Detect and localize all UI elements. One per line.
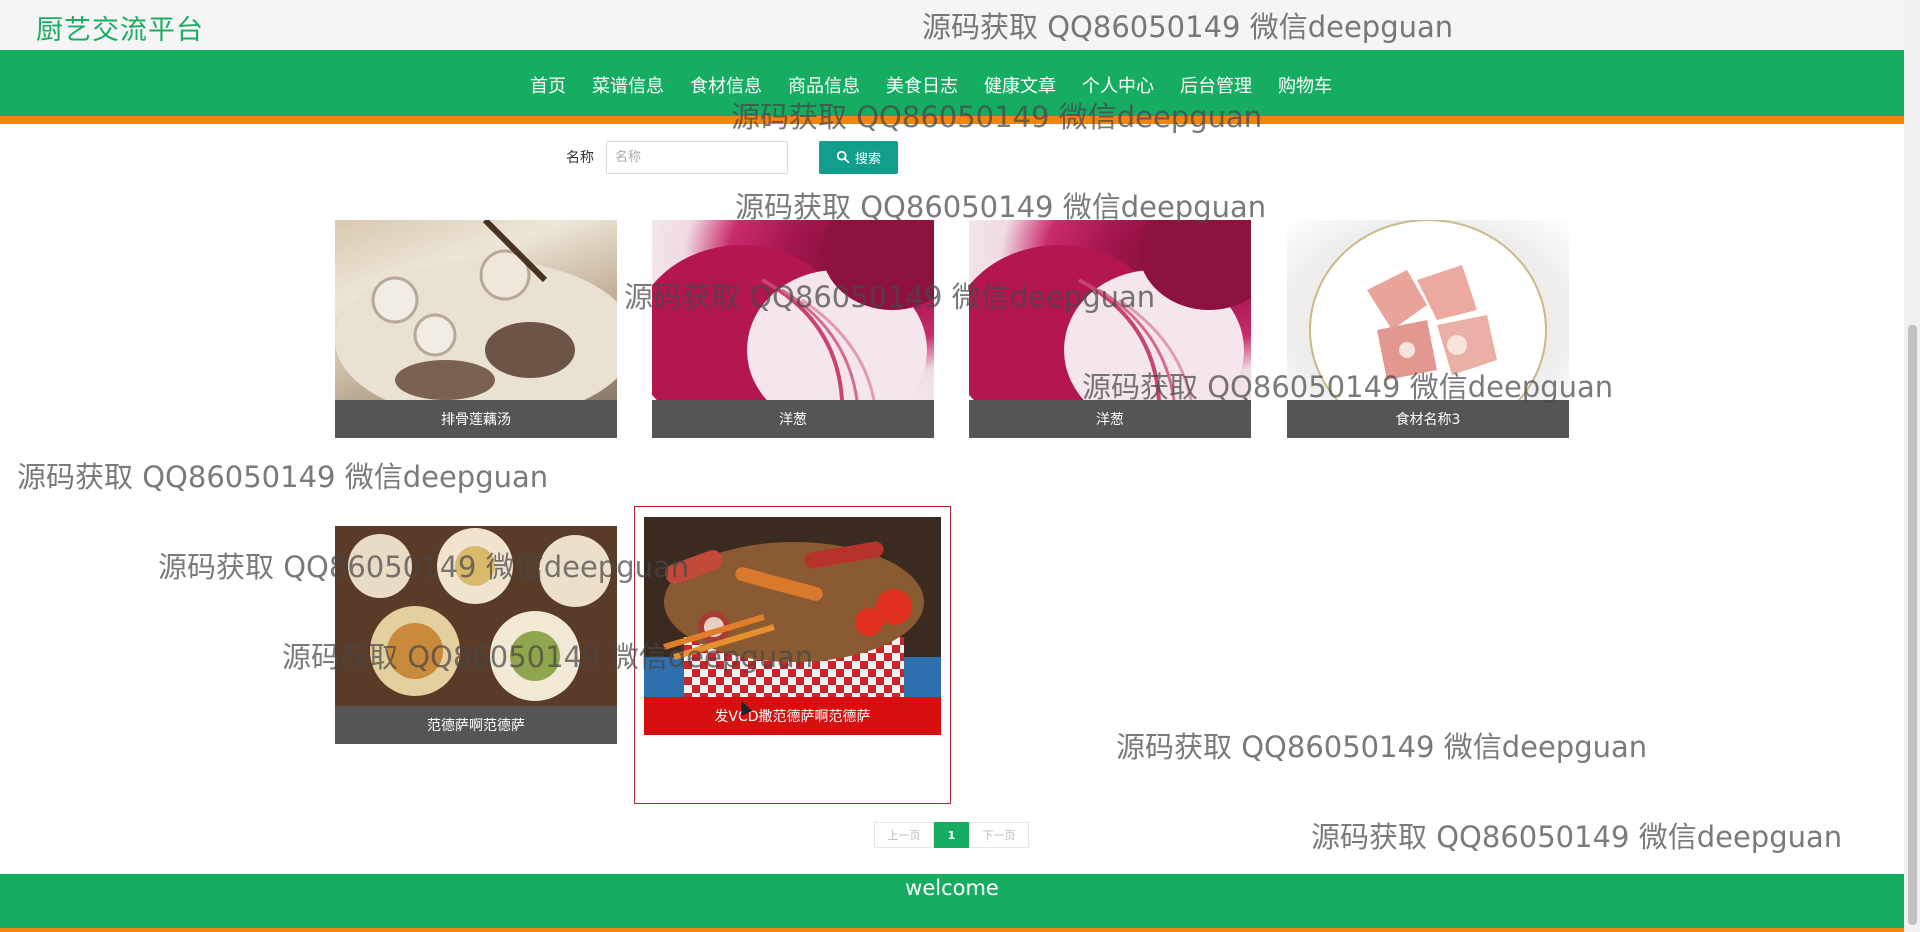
card-image[interactable] bbox=[335, 220, 617, 400]
watermark: 源码获取 QQ86050149 微信deepguan bbox=[17, 460, 549, 494]
search-icon bbox=[836, 150, 850, 164]
page-number-current[interactable]: 1 bbox=[934, 822, 969, 848]
card-caption[interactable]: 范德萨啊范德萨 bbox=[335, 706, 617, 744]
ingredient-card-hovered[interactable]: 发VCD撒范德萨啊范德萨 bbox=[634, 506, 951, 804]
card-caption[interactable]: 洋葱 bbox=[969, 400, 1251, 438]
nav-item-admin[interactable]: 后台管理 bbox=[1180, 72, 1252, 98]
site-title[interactable]: 厨艺交流平台 bbox=[36, 8, 204, 47]
ingredient-card[interactable]: 洋葱 bbox=[969, 220, 1251, 438]
dishes-illustration bbox=[335, 526, 617, 706]
search-button[interactable]: 搜索 bbox=[819, 140, 898, 174]
nav-item-ingredients[interactable]: 食材信息 bbox=[690, 72, 762, 98]
card-caption[interactable]: 洋葱 bbox=[652, 400, 934, 438]
search-input[interactable] bbox=[606, 140, 788, 174]
nav-item-products[interactable]: 商品信息 bbox=[788, 72, 860, 98]
nav-item-food-log[interactable]: 美食日志 bbox=[886, 72, 958, 98]
card-caption[interactable]: 发VCD撒范德萨啊范德萨 bbox=[644, 697, 941, 735]
nav-item-health-articles[interactable]: 健康文章 bbox=[984, 72, 1056, 98]
platter-illustration bbox=[644, 517, 941, 697]
top-bar: 厨艺交流平台 bbox=[0, 0, 1904, 50]
watermark: 源码获取 QQ86050149 微信deepguan bbox=[1116, 730, 1648, 764]
prev-page-button[interactable]: 上一页 bbox=[874, 822, 934, 848]
onion-illustration bbox=[652, 220, 934, 400]
search-bar: 名称 搜索 bbox=[566, 140, 898, 174]
next-page-button[interactable]: 下一页 bbox=[969, 822, 1029, 848]
vertical-scrollbar[interactable] bbox=[1904, 0, 1920, 932]
ingredient-card[interactable]: 洋葱 bbox=[652, 220, 934, 438]
ingredient-card[interactable]: 排骨莲藕汤 bbox=[335, 220, 617, 438]
meat-plate-illustration bbox=[1309, 220, 1547, 400]
nav-items: 首页 菜谱信息 食材信息 商品信息 美食日志 健康文章 个人中心 后台管理 购物… bbox=[530, 72, 1358, 98]
card-caption[interactable]: 食材名称3 bbox=[1287, 400, 1569, 438]
pagination: 上一页 1 下一页 bbox=[874, 822, 1029, 848]
main-nav: 首页 菜谱信息 食材信息 商品信息 美食日志 健康文章 个人中心 后台管理 购物… bbox=[0, 50, 1904, 124]
ingredient-card[interactable]: 范德萨啊范德萨 bbox=[335, 526, 617, 744]
footer: welcome bbox=[0, 874, 1904, 932]
card-caption[interactable]: 排骨莲藕汤 bbox=[335, 400, 617, 438]
nav-item-personal-center[interactable]: 个人中心 bbox=[1082, 72, 1154, 98]
footer-text: welcome bbox=[905, 876, 999, 900]
search-label: 名称 bbox=[566, 150, 594, 166]
card-image[interactable] bbox=[969, 220, 1251, 400]
page: 厨艺交流平台 首页 菜谱信息 食材信息 商品信息 美食日志 健康文章 个人中心 … bbox=[0, 0, 1920, 932]
onion-illustration bbox=[969, 220, 1251, 400]
nav-item-home[interactable]: 首页 bbox=[530, 72, 566, 98]
card-image[interactable] bbox=[335, 526, 617, 706]
watermark: 源码获取 QQ86050149 微信deepguan bbox=[1311, 820, 1843, 854]
search-button-label: 搜索 bbox=[854, 151, 881, 167]
scrollbar-thumb[interactable] bbox=[1908, 325, 1917, 925]
card-image[interactable] bbox=[652, 220, 934, 400]
nav-item-cart[interactable]: 购物车 bbox=[1278, 72, 1332, 98]
card-image[interactable] bbox=[644, 517, 941, 697]
ingredient-card[interactable]: 食材名称3 bbox=[1287, 220, 1569, 438]
card-image[interactable] bbox=[1287, 220, 1569, 400]
soup-illustration bbox=[335, 220, 617, 400]
nav-item-recipes[interactable]: 菜谱信息 bbox=[592, 72, 664, 98]
